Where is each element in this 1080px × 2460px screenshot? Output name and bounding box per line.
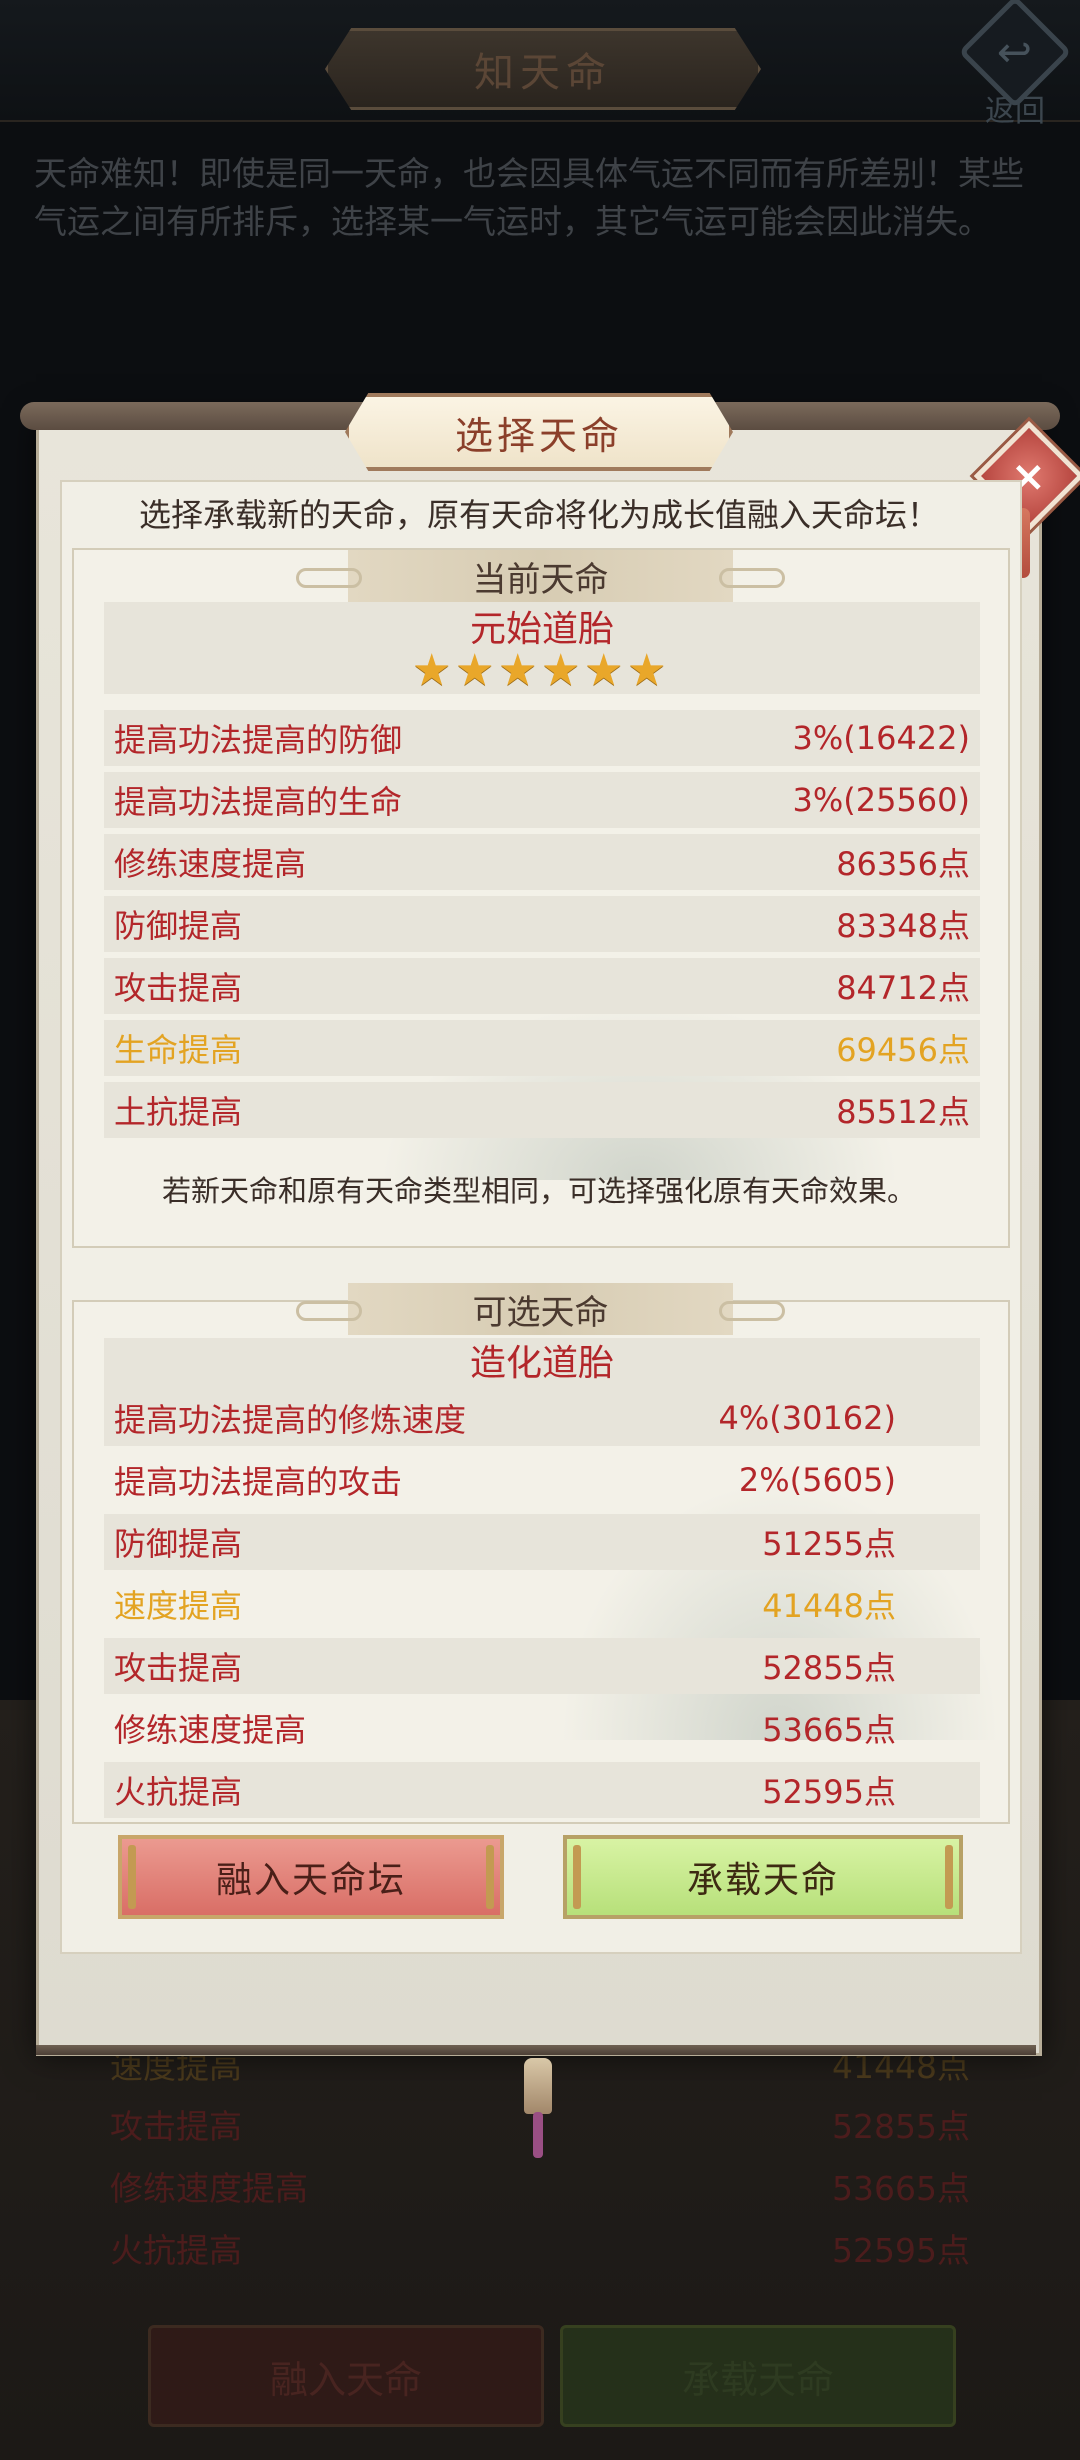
stat-value: 85512点 xyxy=(836,1093,970,1131)
option-stat-row: 提高功法提高的修炼速度 4%(30162) xyxy=(104,1390,980,1446)
stat-value: 53665点 xyxy=(762,1711,896,1749)
stat-value: 3%(16422) xyxy=(792,719,970,757)
option-stat-row: 攻击提高 52855点 xyxy=(104,1638,980,1694)
current-stat-row: 提高功法提高的防御 3%(16422) xyxy=(104,710,980,766)
star-rating: ★ ★ ★ ★ ★ ★ xyxy=(412,645,672,696)
stat-label: 防御提高 xyxy=(114,907,243,945)
current-stat-row: 防御提高 83348点 xyxy=(104,896,980,952)
stat-value: 4%(30162) xyxy=(718,1399,896,1437)
star-icon: ★ xyxy=(498,645,538,696)
star-icon: ★ xyxy=(412,645,452,696)
button-cap xyxy=(945,1845,953,1909)
bg-row-label: 攻击提高 xyxy=(110,2107,242,2146)
page-title: 知天命 xyxy=(325,28,761,110)
stat-value: 84712点 xyxy=(836,969,970,1007)
current-fate-header: 当前天命 xyxy=(296,550,785,602)
stat-value: 41448点 xyxy=(762,1587,896,1625)
stat-value: 3%(25560) xyxy=(792,781,970,819)
bg-row-label: 修练速度提高 xyxy=(110,2169,308,2208)
bg-row-value: 52855点 xyxy=(832,2107,970,2146)
button-cap xyxy=(128,1845,136,1909)
button-cap xyxy=(573,1845,581,1909)
current-stat-row: 攻击提高 84712点 xyxy=(104,958,980,1014)
current-stat-row: 土抗提高 85512点 xyxy=(104,1082,980,1138)
bg-absorb-button: 融入天命 xyxy=(148,2325,544,2427)
stat-value: 52595点 xyxy=(762,1773,896,1811)
option-stat-row: 防御提高 51255点 xyxy=(104,1514,980,1570)
stat-value: 51255点 xyxy=(762,1525,896,1563)
stat-label: 火抗提高 xyxy=(114,1773,243,1811)
stat-label: 提高功法提高的攻击 xyxy=(114,1463,403,1501)
stat-label: 攻击提高 xyxy=(114,1649,243,1687)
bg-row-label: 火抗提高 xyxy=(110,2231,242,2270)
stat-label: 提高功法提高的生命 xyxy=(114,783,403,821)
option-stat-row: 火抗提高 52595点 xyxy=(104,1762,980,1818)
intro-text: 天命难知！即使是同一天命，也会因具体气运不同而有所差别！某些气运之间有所排斥，选… xyxy=(34,154,1024,241)
star-icon: ★ xyxy=(455,645,495,696)
bg-row: 修练速度提高 53665点 xyxy=(110,2162,970,2212)
star-icon: ★ xyxy=(584,645,624,696)
stat-label: 提高功法提高的修炼速度 xyxy=(114,1401,467,1439)
stat-label: 提高功法提高的防御 xyxy=(114,721,403,759)
option-stat-row: 速度提高 41448点 xyxy=(104,1576,980,1632)
stat-label: 修练速度提高 xyxy=(114,1711,307,1749)
stat-label: 土抗提高 xyxy=(114,1093,243,1131)
bg-row: 火抗提高 52595点 xyxy=(110,2224,970,2274)
current-stat-row: 生命提高 69456点 xyxy=(104,1020,980,1076)
stat-label: 修练速度提高 xyxy=(114,845,307,883)
bell-tassel xyxy=(533,2112,543,2158)
current-stat-row: 修练速度提高 86356点 xyxy=(104,834,980,890)
dialog-subtitle: 选择承载新的天命，原有天命将化为成长值融入天命坛！ xyxy=(138,496,939,534)
current-stat-row: 提高功法提高的生命 3%(25560) xyxy=(104,772,980,828)
stat-value: 83348点 xyxy=(836,907,970,945)
stat-value: 52855点 xyxy=(762,1649,896,1687)
same-type-note: 若新天命和原有天命类型相同，可选择强化原有天命效果。 xyxy=(161,1174,916,1208)
stat-value: 69456点 xyxy=(836,1031,970,1069)
bg-row-value: 53665点 xyxy=(832,2169,970,2208)
dialog-bottom-frame xyxy=(36,2045,1036,2055)
stat-value: 2%(5605) xyxy=(738,1461,896,1499)
option-stat-row: 修练速度提高 53665点 xyxy=(104,1700,980,1756)
bell-ornament xyxy=(524,2058,552,2114)
bg-row-value: 52595点 xyxy=(832,2231,970,2270)
absorb-altar-label: 融入天命坛 xyxy=(215,1860,406,1901)
dialog-title: 选择天命 xyxy=(345,393,733,471)
carry-fate-label: 承载天命 xyxy=(686,1860,839,1901)
carry-fate-button[interactable]: 承载天命 xyxy=(563,1835,963,1919)
back-button[interactable]: ↩ 返回 xyxy=(958,0,1072,129)
stat-label: 速度提高 xyxy=(114,1587,243,1625)
option-stat-row: 提高功法提高的攻击 2%(5605) xyxy=(104,1452,980,1508)
button-cap xyxy=(486,1845,494,1909)
stat-value: 86356点 xyxy=(836,845,970,883)
bg-carry-button: 承载天命 xyxy=(560,2325,956,2427)
stat-label: 攻击提高 xyxy=(114,969,243,1007)
option-fate-name: 造化道胎 xyxy=(104,1338,980,1390)
star-icon: ★ xyxy=(627,645,667,696)
star-icon: ★ xyxy=(541,645,581,696)
option-fate-header: 可选天命 xyxy=(296,1283,785,1335)
absorb-altar-button[interactable]: 融入天命坛 xyxy=(118,1835,504,1919)
stat-label: 防御提高 xyxy=(114,1525,243,1563)
stat-label: 生命提高 xyxy=(114,1031,243,1069)
